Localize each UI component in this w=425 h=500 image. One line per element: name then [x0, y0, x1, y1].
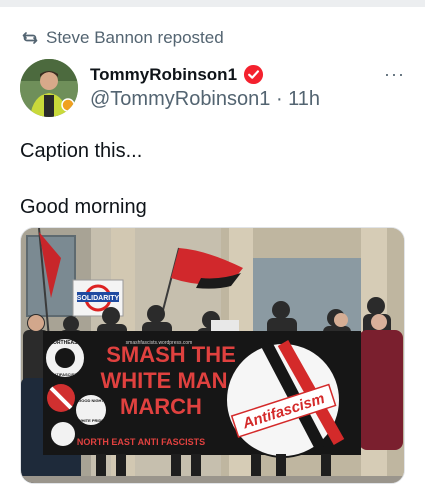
badge-pride-text: WHITE PRIDE — [78, 418, 105, 423]
banner-line-1: SMASH THE — [106, 342, 236, 367]
badge-good-text: GOOD NIGHT — [78, 398, 104, 403]
author-handle[interactable]: @TommyRobinson1 — [90, 88, 270, 110]
author-display-name[interactable]: TommyRobinson1 — [90, 65, 237, 85]
author-meta: @TommyRobinson1 · 11h — [90, 88, 320, 111]
badge-side-text: ANTIFASCISTS — [51, 372, 80, 377]
banner-line-2: WHITE MAN — [100, 368, 227, 393]
more-options-icon[interactable]: ··· — [384, 64, 405, 85]
post-media-photo[interactable]: SOLIDARITY smashfascists.wordpress.com S… — [20, 227, 405, 484]
top-divider — [0, 0, 425, 7]
tweet-text-line-1: Caption this... — [20, 140, 143, 162]
verified-badge-icon — [243, 64, 264, 85]
repost-context[interactable]: Steve Bannon reposted — [22, 28, 224, 48]
post-time[interactable]: 11h — [288, 88, 320, 110]
banner-footer: NORTH EAST ANTI FASCISTS — [77, 437, 205, 447]
repost-icon — [22, 30, 38, 46]
repost-label: Steve Bannon reposted — [46, 28, 224, 47]
placard-text: SOLIDARITY — [77, 295, 120, 302]
meta-separator: · — [275, 88, 283, 110]
tweet-text-line-2: Good morning — [20, 196, 147, 218]
badge-top-text: NORTHEAST — [49, 340, 80, 346]
avatar[interactable] — [20, 59, 78, 117]
banner-line-3: MARCH — [120, 394, 202, 419]
